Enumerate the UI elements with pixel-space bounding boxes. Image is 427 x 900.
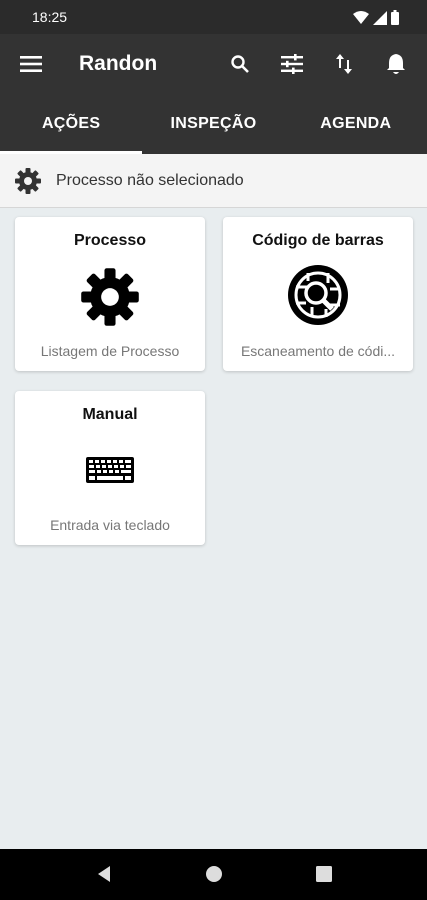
card-manual[interactable]: Manual Entrada via teclado [15, 391, 205, 545]
card-title: Processo [73, 232, 147, 249]
status-time: 18:25 [32, 9, 68, 25]
card-subtitle: Escaneamento de códi... [240, 343, 396, 359]
tab-bar: AÇÕES INSPEÇÃO AGENDA [0, 94, 427, 154]
keyboard-icon [86, 457, 134, 483]
sync-button[interactable] [329, 50, 359, 78]
battery-icon [391, 10, 399, 25]
tune-icon [281, 54, 303, 74]
notifications-icon [387, 54, 405, 74]
card-processo[interactable]: Processo Listagem de Processo [15, 217, 205, 371]
status-bar: 18:25 [0, 0, 427, 34]
card-title: Manual [82, 406, 138, 423]
home-icon [206, 866, 222, 882]
card-subtitle: Entrada via teclado [50, 517, 170, 533]
filter-button[interactable] [277, 50, 307, 78]
tab-label: AÇÕES [41, 115, 101, 132]
notifications-button[interactable] [381, 50, 411, 78]
wifi-icon [353, 10, 369, 24]
back-button[interactable] [93, 863, 115, 885]
signal-icon [373, 10, 387, 25]
search-icon [231, 55, 249, 73]
menu-icon [20, 56, 42, 72]
tab-label: INSPEÇÃO [170, 115, 257, 132]
process-status-bar[interactable]: Processo não selecionado [0, 154, 427, 208]
process-status-text: Processo não selecionado [56, 172, 244, 189]
swap-vert-icon [336, 54, 352, 74]
home-button[interactable] [203, 863, 225, 885]
app-title: Randon [79, 52, 158, 75]
card-title: Código de barras [252, 232, 384, 249]
recents-button[interactable] [313, 863, 335, 885]
tab-acoes[interactable]: AÇÕES [0, 94, 143, 154]
gear-icon [81, 268, 139, 326]
recents-icon [316, 866, 332, 882]
gear-icon [15, 168, 41, 194]
tab-inspecao[interactable]: INSPEÇÃO [142, 94, 284, 154]
app-bar: Randon [0, 34, 427, 94]
back-icon [98, 866, 110, 882]
tab-label: AGENDA [320, 115, 392, 132]
search-button[interactable] [225, 50, 255, 78]
menu-button[interactable] [16, 50, 46, 78]
card-codigo-de-barras[interactable]: Código de barras Escaneamento de códi... [223, 217, 413, 371]
card-subtitle: Listagem de Processo [40, 343, 180, 359]
status-icons [353, 10, 399, 25]
system-nav-bar [0, 849, 427, 900]
qr-scan-icon [288, 265, 348, 325]
tab-agenda[interactable]: AGENDA [285, 94, 427, 154]
